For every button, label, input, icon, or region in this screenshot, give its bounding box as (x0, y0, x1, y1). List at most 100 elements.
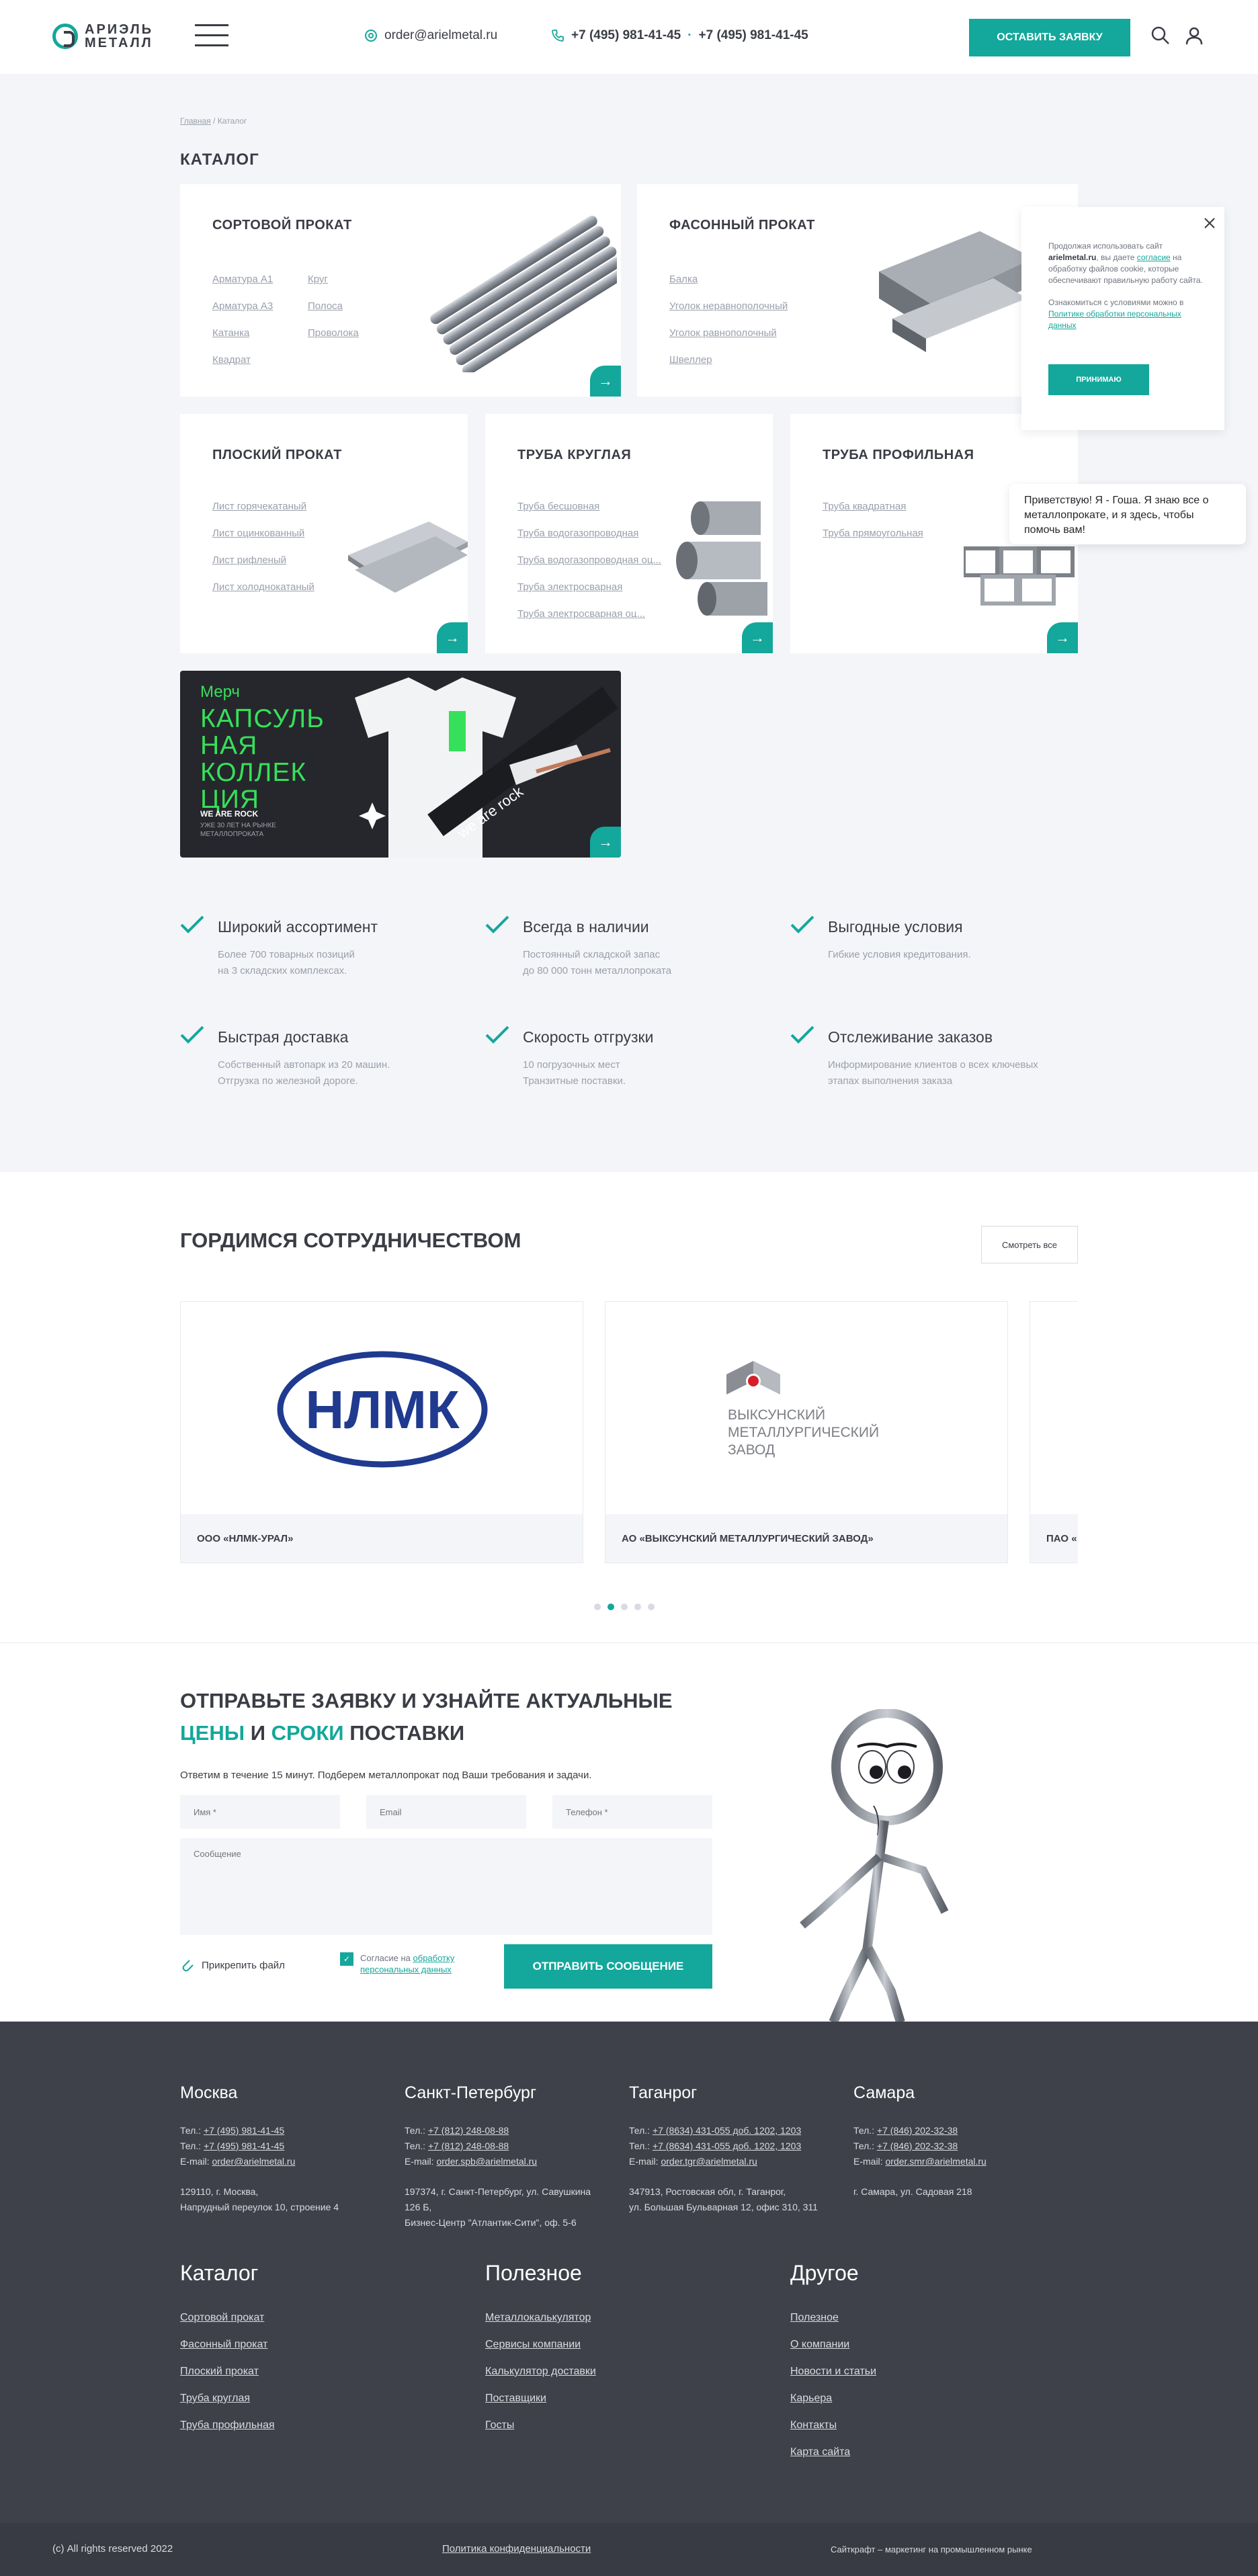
message-field[interactable] (180, 1838, 712, 1935)
catalog-card-ploskiy[interactable]: ПЛОСКИЙ ПРОКАТ Лист горячекатаный Лист о… (180, 414, 468, 653)
search-icon[interactable] (1150, 26, 1171, 46)
footer-link[interactable]: Сортовой прокат (180, 2304, 275, 2331)
footer-link[interactable]: Карта сайта (790, 2439, 876, 2466)
card-arrow-button[interactable]: → (437, 622, 468, 653)
slider-dot[interactable] (594, 1604, 601, 1610)
card-link[interactable]: Уголок равнополочный (669, 320, 788, 347)
partner-card[interactable]: НЛМК ООО «НЛМК-УРАЛ» (180, 1301, 583, 1563)
catalog-card-fasonny[interactable]: ФАСОННЫЙ ПРОКАТ Балка Уголок неравнополо… (637, 184, 1078, 397)
submit-button[interactable]: ОТПРАВИТЬ СООБЩЕНИЕ (504, 1944, 712, 1989)
footer-link[interactable]: Труба профильная (180, 2412, 275, 2439)
header-phone-2[interactable]: +7 (495) 981-41-45 (699, 28, 808, 43)
consent-link[interactable]: согласие (1137, 253, 1171, 262)
catalog-card-truba-kruglaya[interactable]: ТРУБА КРУГЛАЯ Труба бесшовная Труба водо… (485, 414, 773, 653)
footer-phone[interactable]: +7 (8634) 431-055 доб. 1202, 1203 (653, 2141, 801, 2151)
footer-link[interactable]: Сервисы компании (485, 2331, 596, 2358)
privacy-policy-link[interactable]: Политике обработки персональных данных (1048, 309, 1181, 330)
accept-cookies-button[interactable]: ПРИНИМАЮ (1048, 364, 1149, 395)
footer-link[interactable]: Поставщики (485, 2385, 596, 2412)
footer-link[interactable]: Плоский прокат (180, 2358, 275, 2385)
card-link[interactable]: Труба электросварная (517, 574, 661, 601)
header-email[interactable]: order@arielmetal.ru (364, 28, 497, 43)
footer-link[interactable]: Металлокалькулятор (485, 2304, 596, 2331)
card-link[interactable]: Катанка (212, 320, 273, 347)
footer-phone[interactable]: +7 (812) 248-08-88 (428, 2125, 509, 2136)
footer-email[interactable]: order.tgr@arielmetal.ru (661, 2156, 757, 2167)
breadcrumb-home[interactable]: Главная (180, 116, 211, 126)
header-phone-1[interactable]: +7 (495) 981-41-45 (571, 28, 681, 43)
footer-link[interactable]: О компании (790, 2331, 876, 2358)
partner-card[interactable]: ВЫКСУНСКИЙ МЕТАЛЛУРГИЧЕСКИЙ ЗАВОД АО «ВЫ… (605, 1301, 1008, 1563)
partner-card[interactable]: ПАО « (1030, 1301, 1078, 1563)
card-arrow-button[interactable]: → (1047, 622, 1078, 653)
card-link[interactable]: Лист холоднокатаный (212, 574, 314, 601)
footer-link[interactable]: Контакты (790, 2412, 876, 2439)
slider-dot[interactable] (621, 1604, 628, 1610)
footer-link[interactable]: Карьера (790, 2385, 876, 2412)
card-arrow-button[interactable]: → (742, 622, 773, 653)
card-link[interactable]: Труба водогазопроводная оц... (517, 547, 661, 574)
footer-email[interactable]: order.spb@arielmetal.ru (436, 2156, 537, 2167)
phone-field[interactable] (552, 1795, 712, 1829)
footer-col-catalog: Каталог Сортовой прокат Фасонный прокат … (180, 2261, 275, 2439)
footer-phone[interactable]: +7 (812) 248-08-88 (428, 2141, 509, 2151)
header-email-text[interactable]: order@arielmetal.ru (384, 28, 497, 43)
chat-bubble[interactable]: Приветствую! Я - Гоша. Я знаю все о мета… (1009, 484, 1246, 544)
consent-checkbox[interactable]: ✓ Согласие на обработку персональных дан… (340, 1952, 461, 1975)
merch-tag: Мерч (200, 683, 240, 701)
footer-phone[interactable]: +7 (8634) 431-055 доб. 1202, 1203 (653, 2125, 801, 2136)
merch-sub: УЖЕ 30 ЛЕТ НА РЫНКЕ МЕТАЛЛОПРОКАТА (200, 822, 276, 838)
card-link[interactable]: Лист рифленый (212, 547, 314, 574)
made-by-link[interactable]: Сайткрафт – маркетинг на промышленном ры… (831, 2544, 1032, 2554)
card-link[interactable]: Квадрат (212, 347, 273, 374)
email-field[interactable] (366, 1795, 526, 1829)
card-link[interactable]: Арматура А3 (212, 293, 273, 320)
name-field[interactable] (180, 1795, 340, 1829)
footer-email[interactable]: order@arielmetal.ru (212, 2156, 295, 2167)
card-link[interactable]: Труба водогазопроводная (517, 520, 661, 547)
slider-dot[interactable] (648, 1604, 655, 1610)
card-link[interactable]: Труба прямоугольная (823, 520, 923, 547)
card-link[interactable]: Труба бесшовная (517, 493, 661, 520)
card-link[interactable]: Круг (308, 266, 359, 293)
footer-phone[interactable]: +7 (495) 981-41-45 (204, 2125, 284, 2136)
burger-menu-icon[interactable] (195, 24, 228, 48)
footer-link[interactable]: Новости и статьи (790, 2358, 876, 2385)
footer-link[interactable]: Калькулятор доставки (485, 2358, 596, 2385)
leave-request-button[interactable]: ОСТАВИТЬ ЗАЯВКУ (969, 19, 1130, 56)
card-link[interactable]: Швеллер (669, 347, 788, 374)
footer-phone[interactable]: +7 (495) 981-41-45 (204, 2141, 284, 2151)
privacy-link[interactable]: Политика конфиденциальности (442, 2543, 591, 2554)
footer-link[interactable]: Фасонный прокат (180, 2331, 275, 2358)
footer-phone[interactable]: +7 (846) 202-32-38 (877, 2125, 958, 2136)
close-icon[interactable] (1203, 216, 1216, 230)
footer-link[interactable]: Труба круглая (180, 2385, 275, 2412)
catalog-card-sortovoy[interactable]: СОРТОВОЙ ПРОКАТ Арматура А1 Арматура А3 … (180, 184, 621, 397)
attach-file[interactable]: Прикрепить файл (180, 1958, 285, 1972)
checkbox-icon[interactable]: ✓ (340, 1952, 353, 1966)
merch-arrow-button[interactable]: → (590, 827, 621, 858)
card-link[interactable]: Лист горячекатаный (212, 493, 314, 520)
feature-item: Отслеживание заказов Информирование клиен… (790, 1026, 1079, 1089)
slider-dot[interactable] (634, 1604, 641, 1610)
logo[interactable]: АРИЭЛЬ МЕТАЛЛ (52, 23, 153, 50)
card-link[interactable]: Труба электросварная оц... (517, 601, 661, 628)
footer-link[interactable]: Госты (485, 2412, 596, 2439)
merch-banner[interactable]: Мерч КАПСУЛЬ НАЯ КОЛЛЕК ЦИЯ WE ARE ROCK … (180, 671, 621, 858)
footer-bottom-bar: (с) All rights reserved 2022 Политика ко… (0, 2523, 1258, 2576)
tshirt-image: we are rock (355, 677, 618, 858)
footer-link[interactable]: Полезное (790, 2304, 876, 2331)
card-link[interactable]: Арматура А1 (212, 266, 273, 293)
card-link[interactable]: Балка (669, 266, 788, 293)
card-link[interactable]: Лист оцинкованный (212, 520, 314, 547)
card-arrow-button[interactable]: → (590, 366, 621, 397)
card-link[interactable]: Проволока (308, 320, 359, 347)
card-link[interactable]: Труба квадратная (823, 493, 923, 520)
footer-phone[interactable]: +7 (846) 202-32-38 (877, 2141, 958, 2151)
card-link[interactable]: Полоса (308, 293, 359, 320)
footer-email[interactable]: order.smr@arielmetal.ru (885, 2156, 986, 2167)
user-icon[interactable] (1184, 26, 1204, 46)
slider-dot-active[interactable] (607, 1604, 614, 1610)
card-link[interactable]: Уголок неравнополочный (669, 293, 788, 320)
partner-name: ООО «НЛМК-УРАЛ» (181, 1514, 583, 1563)
